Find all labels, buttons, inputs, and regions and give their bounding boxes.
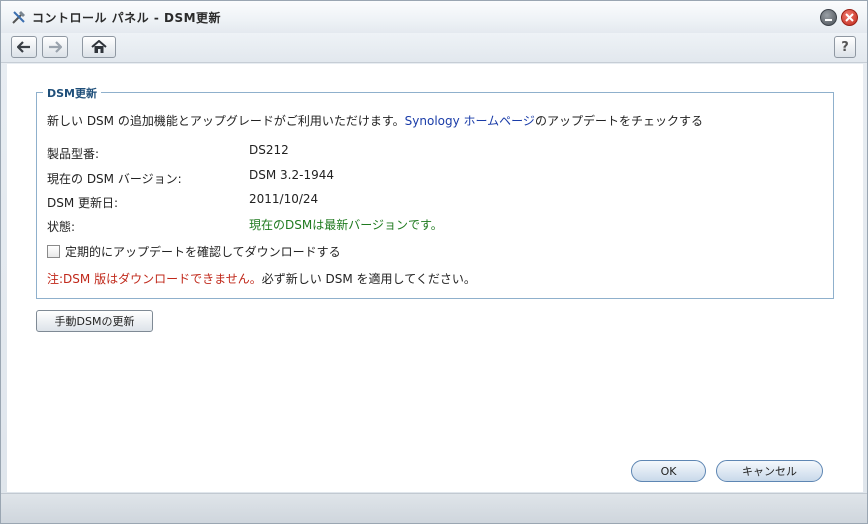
manual-update-button[interactable]: 手動DSMの更新 xyxy=(36,310,153,332)
minimize-icon xyxy=(825,19,832,21)
control-panel-window: コントロール パネル - DSM更新 ? DSM更新 新しい DSM の追加機能… xyxy=(0,0,868,524)
section-legend: DSM更新 xyxy=(43,85,101,101)
window-title: コントロール パネル - DSM更新 xyxy=(32,10,222,25)
cancel-button[interactable]: キャンセル xyxy=(716,460,823,482)
update-date-label: DSM 更新日: xyxy=(47,196,119,210)
arrow-left-icon xyxy=(17,41,30,53)
help-button[interactable]: ? xyxy=(834,36,856,58)
dsm-update-section: DSM更新 新しい DSM の追加機能とアップグレードがご利用いただけます。Sy… xyxy=(36,85,834,299)
status-label: 状態: xyxy=(47,220,76,234)
forward-button[interactable] xyxy=(42,36,68,58)
intro-text: 新しい DSM の追加機能とアップグレードがご利用いただけます。Synology… xyxy=(47,112,703,129)
close-icon xyxy=(845,13,854,22)
home-button[interactable] xyxy=(82,36,116,58)
dsm-version-value: DSM 3.2-1944 xyxy=(249,168,334,182)
close-button[interactable] xyxy=(841,9,858,26)
status-bar xyxy=(1,493,867,523)
status-value: 現在のDSMは最新バージョンです。 xyxy=(249,218,443,232)
content-panel: DSM更新 新しい DSM の追加機能とアップグレードがご利用いただけます。Sy… xyxy=(7,64,863,492)
update-date-value: 2011/10/24 xyxy=(249,192,319,206)
intro-suffix: のアップデートをチェックする xyxy=(534,114,703,128)
auto-check-label: 定期的にアップデートを確認してダウンロードする xyxy=(65,245,341,259)
auto-check-option[interactable]: 定期的にアップデートを確認してダウンロードする xyxy=(47,243,341,260)
intro-lead: 新しい DSM の追加機能とアップグレードがご利用いただけます。 xyxy=(47,114,405,128)
model-label: 製品型番: xyxy=(47,147,100,161)
home-icon xyxy=(91,40,107,53)
ok-button[interactable]: OK xyxy=(631,460,706,482)
note-text: 必ず新しい DSM を適用してください。 xyxy=(261,272,476,286)
title-bar: コントロール パネル - DSM更新 xyxy=(1,1,867,33)
synology-homepage-link[interactable]: Synology ホームページ xyxy=(405,114,535,128)
download-note: 注:DSM 版はダウンロードできません。必ず新しい DSM を適用してください。 xyxy=(47,270,476,287)
minimize-button[interactable] xyxy=(820,9,837,26)
toolbar: ? xyxy=(1,33,867,63)
arrow-right-icon xyxy=(49,41,62,53)
note-warning: 注:DSM 版はダウンロードできません。 xyxy=(47,272,262,286)
tools-icon xyxy=(10,8,28,26)
model-value: DS212 xyxy=(249,143,289,157)
dsm-version-label: 現在の DSM バージョン: xyxy=(47,172,182,186)
auto-check-checkbox[interactable] xyxy=(47,245,60,258)
help-icon: ? xyxy=(841,39,849,55)
back-button[interactable] xyxy=(11,36,37,58)
